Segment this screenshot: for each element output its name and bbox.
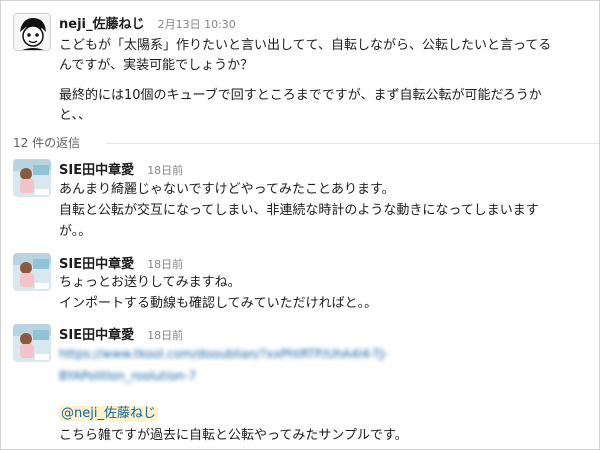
- replies-divider: [106, 143, 599, 144]
- message-text-line: あんまり綺麗じゃないですけどやってみたことあります。: [59, 182, 395, 197]
- blurred-link[interactable]: BYAPolitlon_roolution-7: [59, 369, 196, 383]
- user-mention[interactable]: @neji_佐藤ねじ: [59, 406, 158, 421]
- photo-avatar-icon: [13, 324, 51, 362]
- avatar[interactable]: [13, 13, 51, 51]
- message-text-line: 最終的には10個のキューブで回すところまでですが、まず自転公転が可能だろうか: [59, 88, 542, 103]
- message-text-line: んですが、実装可能でしょうか？: [59, 58, 254, 73]
- author-name[interactable]: SIE田中章愛: [59, 163, 134, 178]
- message-text-line: が。。: [59, 224, 92, 239]
- message-text-line: 自転と公転が交互になってしまい、非連続な時計のような動きになってしまいます: [59, 203, 539, 218]
- author-name[interactable]: SIE田中章愛: [59, 328, 134, 343]
- message-text-line: インポートする動線も確認してみていただければと。。: [59, 296, 378, 311]
- photo-avatar-icon: [13, 253, 51, 291]
- timestamp[interactable]: 2月13日 10:30: [158, 18, 236, 31]
- message-header: neji_佐藤ねじ 2月13日 10:30: [59, 13, 236, 32]
- message-header: SIE田中章愛 18日前: [59, 324, 183, 343]
- avatar[interactable]: [13, 159, 51, 197]
- photo-avatar-icon: [13, 159, 51, 197]
- author-name[interactable]: SIE田中章愛: [59, 257, 134, 272]
- message-text-line: ちょっとお送りしてみますね。: [59, 275, 241, 290]
- timestamp[interactable]: 18日前: [147, 258, 183, 271]
- message-text-line: こどもが「太陽系」作りたいと言い出してて、自転しながら、公転したいと言ってる: [59, 38, 552, 53]
- mention-line: @neji_佐藤ねじ: [59, 405, 158, 423]
- illustrated-face-avatar-icon: [14, 14, 50, 50]
- replies-count: 12 件の返信: [13, 136, 81, 150]
- thread-view: neji_佐藤ねじ 2月13日 10:30 こどもが「太陽系」作りたいと言い出し…: [0, 0, 600, 450]
- blurred-link[interactable]: https://www.tkool.com/dooublian/?xxPhtRT…: [59, 347, 388, 361]
- message-header: SIE田中章愛 18日前: [59, 159, 183, 178]
- avatar[interactable]: [13, 253, 51, 291]
- author-name[interactable]: neji_佐藤ねじ: [59, 17, 144, 32]
- timestamp[interactable]: 18日前: [147, 329, 183, 342]
- message-text-line: と、、: [59, 108, 91, 123]
- timestamp[interactable]: 18日前: [147, 164, 183, 177]
- avatar[interactable]: [13, 324, 51, 362]
- message-text-line: こちら雑ですが過去に自転と公転やってみたサンプルです。: [59, 428, 408, 443]
- message-header: SIE田中章愛 18日前: [59, 253, 183, 272]
